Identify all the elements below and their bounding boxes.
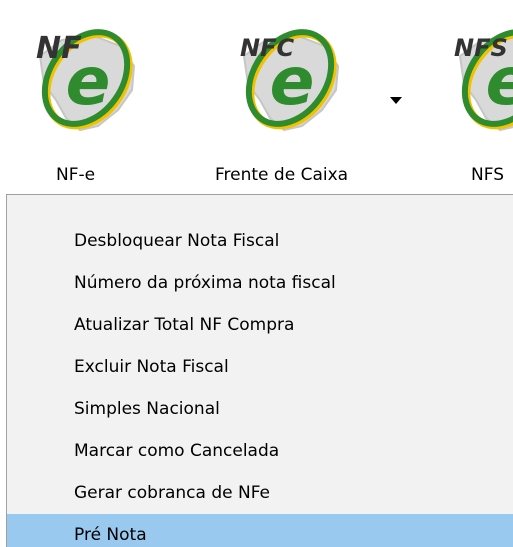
nfe-button[interactable]: e NF NF-e [0, 8, 176, 193]
nfe-button-label: NF-e [56, 165, 96, 185]
menu-item-simples-nacional[interactable]: Simples Nacional [7, 388, 513, 430]
svg-text:NF: NF [36, 31, 82, 66]
svg-text:NFC: NFC [240, 34, 294, 62]
svg-text:NFS: NFS [454, 34, 508, 62]
nfs-button[interactable]: e NFS NFS [428, 8, 513, 193]
toolbar: e NF NF-e e NFC Frente de Caixa NFS NFS [0, 0, 513, 194]
chevron-down-icon[interactable] [390, 97, 402, 104]
menu-item-excluir-nota-fiscal[interactable]: Excluir Nota Fiscal [7, 346, 513, 388]
menu-item-numero-proxima-nota[interactable]: Número da próxima nota fiscal [7, 262, 513, 304]
nfe-logo-icon: e NF [22, 18, 152, 133]
nfs-button-label: NFS [471, 165, 504, 185]
menu-item-marcar-como-cancelada[interactable]: Marcar como Cancelada [7, 430, 513, 472]
toolbar-top-strip [0, 0, 300, 8]
menu-item-pre-nota[interactable]: Pré Nota [7, 514, 513, 547]
nfc-logo-icon: e NFC [226, 18, 356, 133]
app-window: e NF NF-e e NFC Frente de Caixa NFS NFS … [0, 0, 513, 547]
menu-item-gerar-cobranca-nfe[interactable]: Gerar cobranca de NFe [7, 472, 513, 514]
nfs-logo-icon: e NFS [442, 18, 513, 133]
dropdown-menu: Desbloquear Nota Fiscal Número da próxim… [6, 194, 513, 547]
frente-de-caixa-label: Frente de Caixa [215, 165, 349, 185]
menu-item-atualizar-total-nf-compra[interactable]: Atualizar Total NF Compra [7, 304, 513, 346]
menu-item-desbloquear-nota-fiscal[interactable]: Desbloquear Nota Fiscal [7, 220, 513, 262]
